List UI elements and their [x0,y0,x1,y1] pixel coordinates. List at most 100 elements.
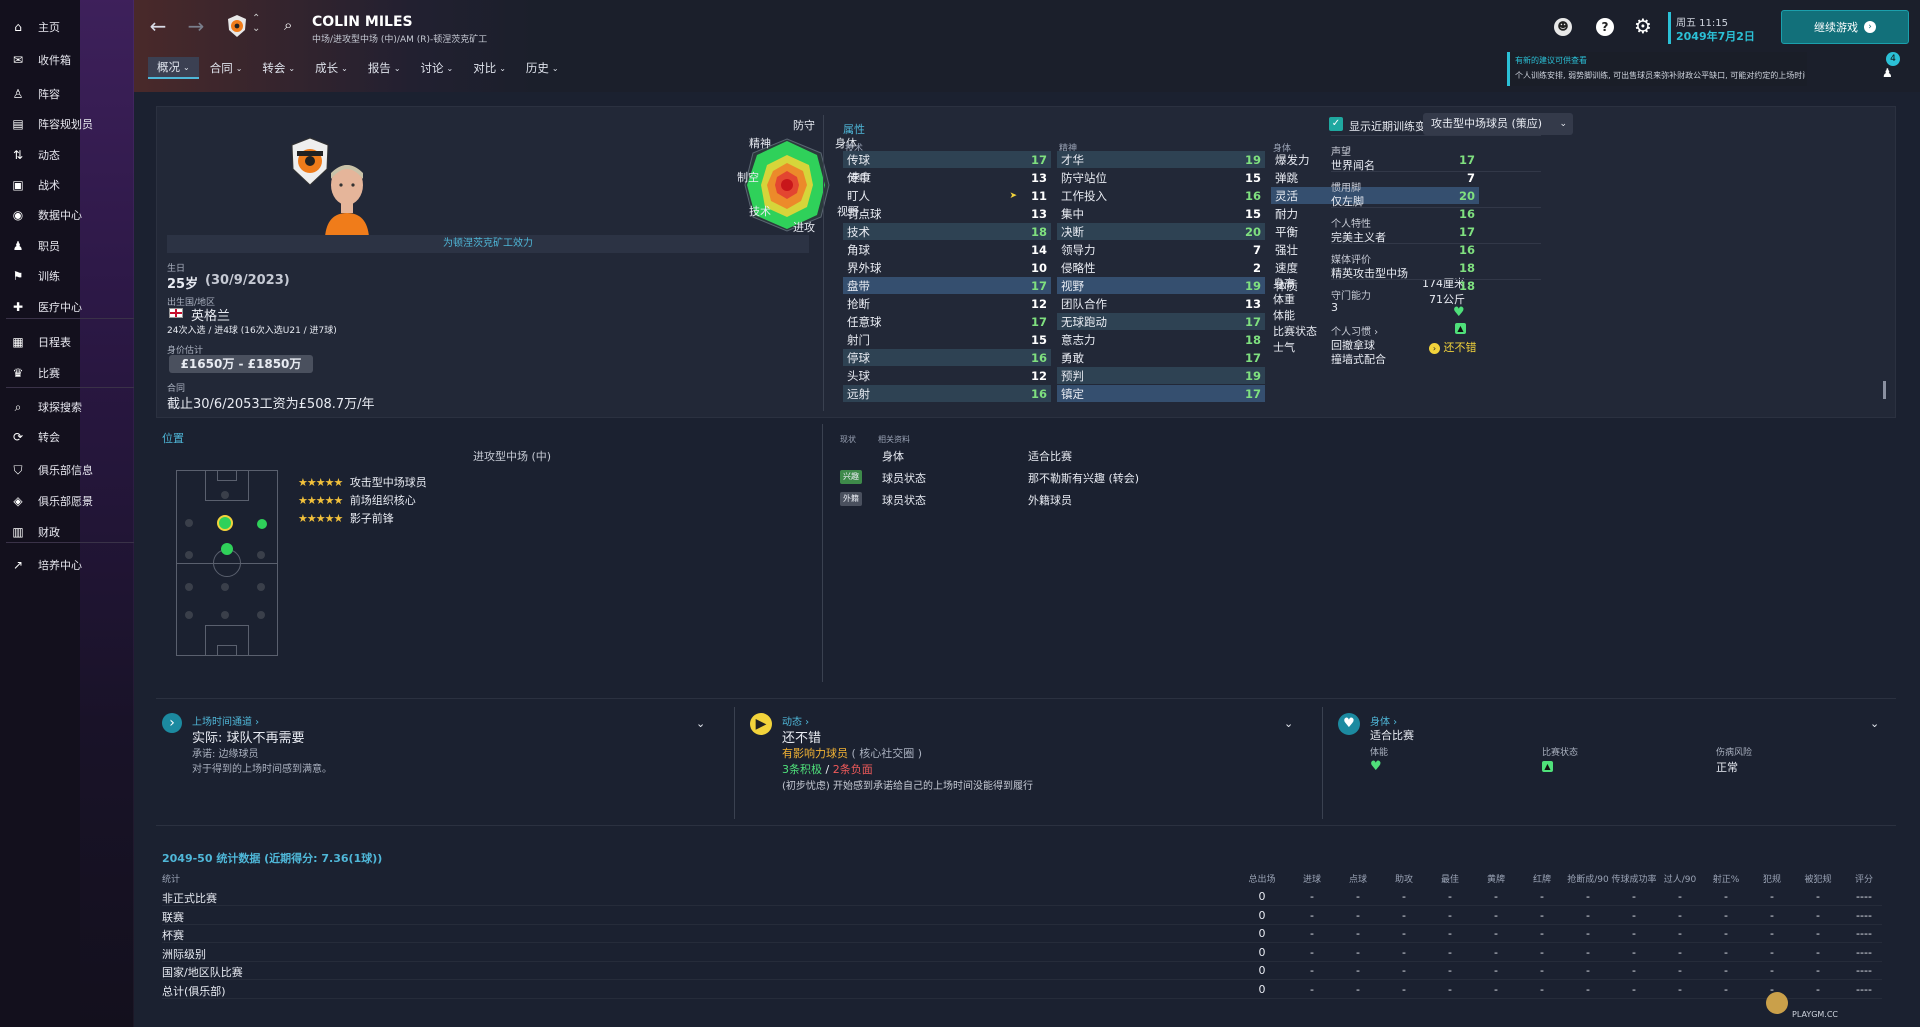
attribute-row[interactable]: 传球 17 [843,151,1051,168]
attribute-value: 15 [1030,332,1047,347]
stats-row[interactable]: 杯赛 0- - - - - - - - - - - - ---- [162,926,1882,943]
staff-icon[interactable]: ♟ [1882,66,1893,80]
sidebar-item-13[interactable]: ⟳ 转会 [0,424,134,450]
stats-cell: - [1310,982,1314,996]
role-rating-row[interactable]: ★★★★★ 攻击型中场球员 [298,474,427,490]
sidebar-item-12[interactable]: ⌕ 球探搜索 [0,394,134,420]
attribute-row[interactable]: 任意球 17 [843,313,1051,330]
attribute-row[interactable]: 盘带 17 [843,277,1051,294]
tab-3[interactable]: 成长 ⌄ [306,57,357,79]
sidebar-item-9[interactable]: ✚ 医疗中心 [0,294,134,320]
attribute-row[interactable]: 才华 19 [1057,151,1265,168]
sidebar-item-17[interactable]: ↗ 培养中心 [0,552,134,578]
sidebar-item-7[interactable]: ♟ 职员 [0,233,134,259]
tab-7[interactable]: 历史 ⌄ [517,57,568,79]
attribute-row[interactable]: 无球跑动 17 [1057,313,1265,330]
forward-arrow-icon[interactable]: → [184,14,208,38]
sidebar-item-6[interactable]: ◉ 数据中心 [0,202,134,228]
radar-label-technique: 技术 [749,205,771,218]
age: 25岁 [167,277,199,292]
attribute-row[interactable]: 射门 15 [843,331,1051,348]
sidebar-item-14[interactable]: ⛉ 俱乐部信息 [0,457,134,483]
attribute-row[interactable]: 工作投入 16 [1057,187,1265,204]
sidebar-item-11[interactable]: ♛ 比赛 [0,360,134,386]
attribute-row[interactable]: 停球 16 [843,349,1051,366]
show-training-checkbox[interactable]: ✓ [1329,117,1343,131]
sidebar-item-10[interactable]: ▦ 日程表 [0,329,134,355]
playtime-title[interactable]: 上场时间通道 › [192,713,259,728]
settings-gear-icon[interactable]: ⚙ [1634,14,1652,38]
sidebar-item-0[interactable]: ⌂ 主页 [0,14,134,40]
attribute-row[interactable]: 爆发力 17 [1271,151,1479,168]
stats-row[interactable]: 国家/地区队比赛 0- - - - - - - - - - - - ---- [162,963,1882,980]
stats-cell: - [1678,927,1682,940]
chevron-down-icon: ⌄ [288,63,296,73]
tab-4[interactable]: 报告 ⌄ [359,57,410,79]
attribute-row[interactable]: 角球 14 [843,241,1051,258]
sidebar-item-2[interactable]: ♙ 阵容 [0,81,134,107]
attribute-row[interactable]: 预判 19 [1057,367,1265,384]
skull-icon[interactable]: ☻ [1554,18,1572,36]
stats-cell: ---- [1856,927,1872,940]
dynamics-expand-icon[interactable]: ⌄ [1284,717,1293,730]
tab-0[interactable]: 概况 ⌄ [148,57,199,79]
physical-title[interactable]: 身体 › [1370,713,1397,728]
club-link[interactable]: 为顿涅茨克矿工效力 [167,235,809,253]
info-scrollbar[interactable] [1883,381,1886,399]
back-arrow-icon[interactable]: ← [146,14,170,38]
attribute-row[interactable]: 灵活 20 [1271,187,1479,204]
attribute-row[interactable]: 勇敢 17 [1057,349,1265,366]
tab-6[interactable]: 对比 ⌄ [464,57,515,79]
attribute-row[interactable]: 技术 18 [843,223,1051,240]
summary-cards: › 上场时间通道 › 实际: 球队不再需要 承诺: 边缘球员 对于得到的上场时间… [156,698,1896,826]
notification-panel[interactable]: 有新的建议可供查看 个人训练安排, 弱势脚训练, 可出售球员来弥补财政公平缺口,… [1507,52,1807,86]
stats-cell: - [1770,908,1774,922]
role-select[interactable]: 攻击型中场球员 (策应) ⌄ [1423,113,1573,135]
attribute-row[interactable]: 侵略性 2 [1057,259,1265,276]
attribute-row[interactable]: 镇定 17 [1057,385,1265,402]
attribute-row[interactable]: 领导力 7 [1057,241,1265,258]
continue-button[interactable]: 继续游戏 › [1781,10,1909,44]
attribute-row[interactable]: 头球 12 [843,367,1051,384]
stats-cell: - [1494,945,1498,959]
attribute-row[interactable]: 视野 19 [1057,277,1265,294]
attribute-row[interactable]: 抢断 12 [843,295,1051,312]
attribute-row[interactable]: 集中 15 [1057,205,1265,222]
attribute-row[interactable]: 防守站位 15 [1057,169,1265,186]
dynamics-title[interactable]: 动态 › [782,713,809,728]
value-estimate[interactable]: £1650万 - £1850万 [169,355,313,373]
role-rating-row[interactable]: ★★★★★ 前场组织核心 [298,492,416,508]
stats-column-header[interactable]: 评分 [1834,872,1894,885]
tab-2[interactable]: 转会 ⌄ [253,57,304,79]
sidebar-item-8[interactable]: ⚑ 训练 [0,263,134,289]
role-rating-row[interactable]: ★★★★★ 影子前锋 [298,510,394,526]
search-magnifier-icon[interactable]: ⌕ [284,16,292,34]
attribute-row[interactable]: 远射 16 [843,385,1051,402]
attribute-row[interactable]: 盯人 ➤ 11 [843,187,1051,204]
sidebar-item-4[interactable]: ⇅ 动态 [0,142,134,168]
attribute-row[interactable]: 意志力 18 [1057,331,1265,348]
attribute-row[interactable]: 传中 13 [843,169,1051,186]
stats-row[interactable]: 非正式比赛 0- - - - - - - - - - - - ---- [162,889,1882,906]
attribute-row[interactable]: 团队合作 13 [1057,295,1265,312]
stats-cell: - [1310,945,1314,959]
player-switch-icon[interactable]: ⌃ ⌄ [252,14,260,34]
attribute-row[interactable]: 决断 20 [1057,223,1265,240]
tab-5[interactable]: 讨论 ⌄ [412,57,463,79]
search-icon[interactable] [234,18,250,34]
playtime-expand-icon[interactable]: ⌄ [696,717,705,730]
attribute-row[interactable]: 界外球 10 [843,259,1051,276]
development-icon: ↗ [12,558,24,572]
help-icon[interactable]: ? [1596,18,1614,36]
sidebar-item-3[interactable]: ▤ 阵容规划员 [0,111,134,137]
sidebar-item-5[interactable]: ▣ 战术 [0,172,134,198]
physical-expand-icon[interactable]: ⌄ [1870,717,1879,730]
tab-1[interactable]: 合同 ⌄ [201,57,252,79]
sidebar-item-1[interactable]: ✉ 收件箱 [0,47,134,73]
habits-label[interactable]: 个人习惯 › [1331,323,1378,338]
attribute-row[interactable]: 罚点球 13 [843,205,1051,222]
stats-row[interactable]: 联赛 0- - - - - - - - - - - - ---- [162,908,1882,925]
sidebar-item-15[interactable]: ◈ 俱乐部愿景 [0,488,134,514]
stats-row[interactable]: 洲际级别 0- - - - - - - - - - - - ---- [162,945,1882,962]
stats-row[interactable]: 总计(俱乐部) 0- - - - - - - - - - - - ---- [162,982,1882,999]
